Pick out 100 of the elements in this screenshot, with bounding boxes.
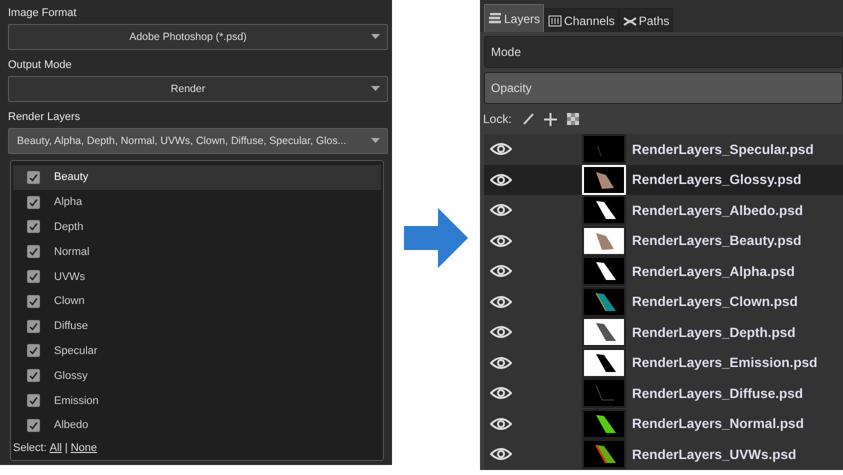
checkbox[interactable]: [27, 220, 40, 234]
menu-item[interactable]: Emission: [13, 388, 381, 413]
layer-name: RenderLayers_Diffuse.psd: [632, 386, 804, 401]
eye-icon[interactable]: [490, 386, 512, 400]
layer-name: RenderLayers_Emission.psd: [632, 355, 818, 370]
menu-item[interactable]: Clown: [13, 288, 381, 314]
menu-item[interactable]: Albedo: [13, 412, 381, 438]
layer-row[interactable]: RenderLayers_Beauty.psd: [484, 226, 843, 256]
option-label: Albedo: [54, 419, 88, 432]
option-label: Alpha: [54, 196, 82, 208]
option-label: Depth: [54, 220, 84, 233]
layer-row[interactable]: RenderLayers_Specular.psd: [484, 134, 843, 164]
layer-name: RenderLayers_Beauty.psd: [632, 233, 802, 248]
layer-name: RenderLayers_Clown.psd: [632, 294, 798, 310]
layer-thumbnail: [582, 256, 626, 286]
layer-row[interactable]: RenderLayers_Alpha.psd: [484, 256, 843, 286]
caret-icon: [371, 86, 380, 91]
field-label: Image Format: [8, 6, 78, 21]
format-dropdown[interactable]: Adobe Photoshop (*.psd): [8, 24, 388, 50]
layer-thumbnail: [582, 134, 626, 164]
eye-icon[interactable]: [490, 356, 512, 370]
menu-item[interactable]: Glossy: [13, 363, 381, 388]
layer-row[interactable]: RenderLayers_Glossy.psd: [484, 164, 843, 195]
checkbox[interactable]: [27, 369, 40, 382]
layer-thumbnail: [582, 226, 626, 256]
layer-thumbnail: [582, 439, 626, 470]
layer-thumbnail: [582, 317, 626, 348]
menu-item[interactable]: Depth: [13, 214, 381, 240]
option-label: Beauty: [54, 171, 88, 184]
mode-field[interactable]: Mode: [484, 36, 843, 68]
eye-icon[interactable]: [490, 234, 512, 248]
eye-icon[interactable]: [490, 416, 512, 431]
layer-row[interactable]: RenderLayers_UVWs.psd: [484, 439, 843, 470]
option-label: UVWs: [54, 270, 86, 283]
checkbox[interactable]: [27, 394, 40, 408]
checkbox[interactable]: [27, 245, 40, 258]
layer-row[interactable]: RenderLayers_Albedo.psd: [484, 195, 843, 226]
layer-name: RenderLayers_Specular.psd: [632, 142, 814, 157]
option-label: Glossy: [54, 370, 88, 382]
menu-item[interactable]: UVWs: [13, 264, 381, 289]
eye-icon[interactable]: [490, 264, 512, 278]
layer-name: RenderLayers_Normal.psd: [632, 416, 804, 432]
checkbox[interactable]: [27, 418, 40, 432]
checkbox[interactable]: [27, 270, 40, 284]
lock-label: Lock:: [483, 112, 512, 126]
caret-icon: [371, 34, 380, 39]
opacity-field[interactable]: Opacity: [484, 72, 843, 104]
panel-tab[interactable]: Paths: [618, 8, 674, 32]
checkerboard-icon[interactable]: [566, 113, 579, 125]
channels-icon: [548, 14, 562, 26]
layers-dropdown[interactable]: Beauty, Alpha, Depth, Normal, UVWs, Clown, Diffuse, Specular, Glos...: [8, 128, 388, 154]
all-link[interactable]: All: [50, 442, 62, 454]
eye-icon[interactable]: [490, 172, 512, 187]
menu-item[interactable]: Alpha: [13, 190, 381, 215]
menu-item[interactable]: Beauty: [13, 165, 381, 190]
layer-row[interactable]: RenderLayers_Diffuse.psd: [484, 378, 843, 408]
arrow-icon: [404, 208, 468, 268]
eye-icon[interactable]: [490, 325, 512, 340]
eye-icon[interactable]: [490, 203, 512, 218]
layer-row[interactable]: RenderLayers_Depth.psd: [484, 317, 843, 348]
layer-name: RenderLayers_Depth.psd: [632, 324, 796, 340]
layer-thumbnail: [582, 378, 626, 408]
layer-name: RenderLayers_Glossy.psd: [632, 172, 802, 188]
field-label: Output Mode: [8, 58, 73, 73]
option-label: Specular: [54, 344, 98, 357]
layer-thumbnail: [582, 286, 626, 317]
move-icon[interactable]: [544, 112, 557, 126]
checkbox[interactable]: [27, 320, 40, 333]
separator-text: |: [64, 442, 68, 454]
layer-name: RenderLayers_Alpha.psd: [632, 264, 795, 279]
caret-icon: [371, 138, 380, 143]
option-label: Normal: [54, 246, 90, 258]
eye-icon[interactable]: [490, 142, 512, 156]
option-label: Diffuse: [54, 320, 88, 332]
layer-name: RenderLayers_UVWs.psd: [632, 446, 796, 462]
checkbox[interactable]: [27, 170, 40, 184]
eye-icon[interactable]: [490, 447, 512, 462]
select-label: Select:: [13, 442, 47, 454]
layer-thumbnail: [582, 348, 626, 378]
menu-item[interactable]: Diffuse: [13, 314, 381, 339]
checkbox[interactable]: [27, 344, 40, 358]
layer-name: RenderLayers_Albedo.psd: [632, 202, 804, 218]
option-label: Emission: [54, 394, 99, 407]
panel-tab[interactable]: Layers: [484, 4, 544, 32]
layer-row[interactable]: RenderLayers_Emission.psd: [484, 348, 843, 378]
layer-row[interactable]: RenderLayers_Normal.psd: [484, 408, 843, 439]
option-label: Clown: [54, 295, 85, 308]
field-label: Render Layers: [8, 110, 82, 125]
mode-dropdown[interactable]: Render: [8, 76, 388, 102]
panel-tab[interactable]: Channels: [544, 8, 619, 32]
layer-row[interactable]: RenderLayers_Clown.psd: [484, 286, 843, 317]
layer-thumbnail: [582, 195, 626, 226]
layer-thumbnail: [582, 164, 626, 195]
menu-item[interactable]: Normal: [13, 239, 381, 264]
checkbox[interactable]: [27, 294, 40, 308]
checkbox[interactable]: [27, 196, 40, 209]
layers-icon: [488, 12, 502, 24]
eye-icon[interactable]: [490, 294, 512, 309]
menu-item[interactable]: Specular: [13, 338, 381, 364]
none-link[interactable]: None: [70, 442, 98, 454]
